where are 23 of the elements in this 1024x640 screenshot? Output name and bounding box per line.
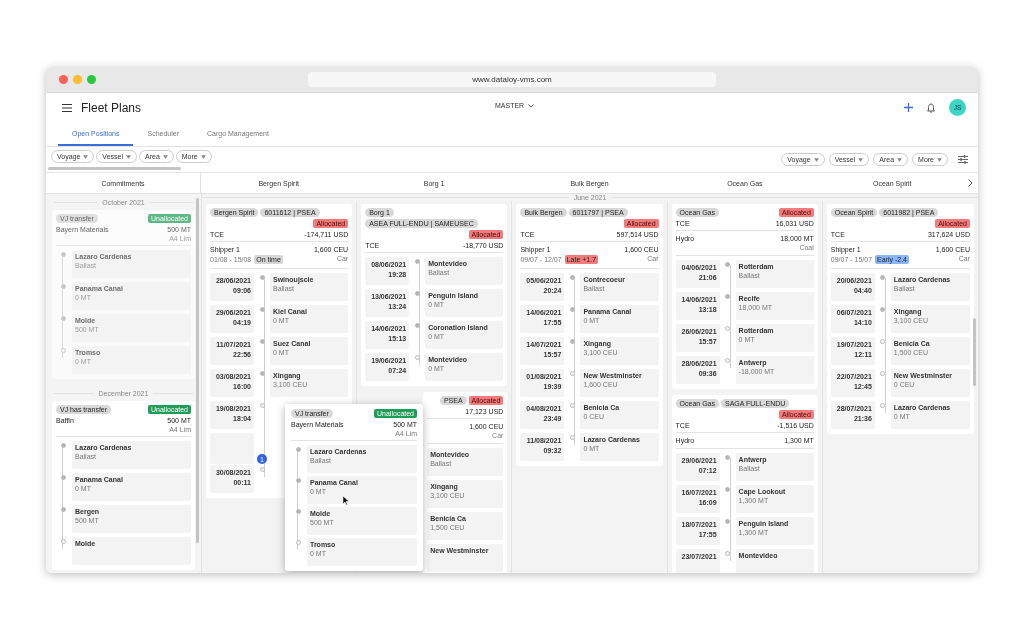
caret-icon bbox=[162, 154, 168, 159]
address-bar[interactable]: www.dataloy-vms.com bbox=[308, 72, 716, 87]
caret-icon bbox=[813, 157, 819, 162]
caret-icon bbox=[83, 154, 89, 159]
caret-icon bbox=[858, 157, 864, 162]
cursor-icon bbox=[343, 496, 349, 505]
caret-icon bbox=[200, 154, 206, 159]
chevron-down-icon bbox=[528, 103, 535, 108]
scrollbar[interactable] bbox=[196, 198, 199, 543]
menu-icon[interactable] bbox=[62, 103, 72, 112]
bell-icon[interactable] bbox=[927, 102, 935, 113]
app-title: Fleet Plans bbox=[81, 100, 142, 115]
caret-icon bbox=[937, 157, 942, 162]
scrollbar[interactable] bbox=[48, 167, 181, 170]
plus-icon[interactable] bbox=[904, 103, 913, 112]
voyage-card[interactable] bbox=[361, 204, 508, 386]
sliders-icon[interactable] bbox=[958, 155, 968, 164]
scrollbar[interactable] bbox=[973, 318, 976, 386]
caret-icon bbox=[126, 154, 131, 159]
voyage-card[interactable] bbox=[516, 204, 663, 466]
voyage-card[interactable] bbox=[826, 204, 974, 434]
chevron-right-icon[interactable] bbox=[968, 179, 973, 187]
caret-icon bbox=[897, 157, 903, 162]
